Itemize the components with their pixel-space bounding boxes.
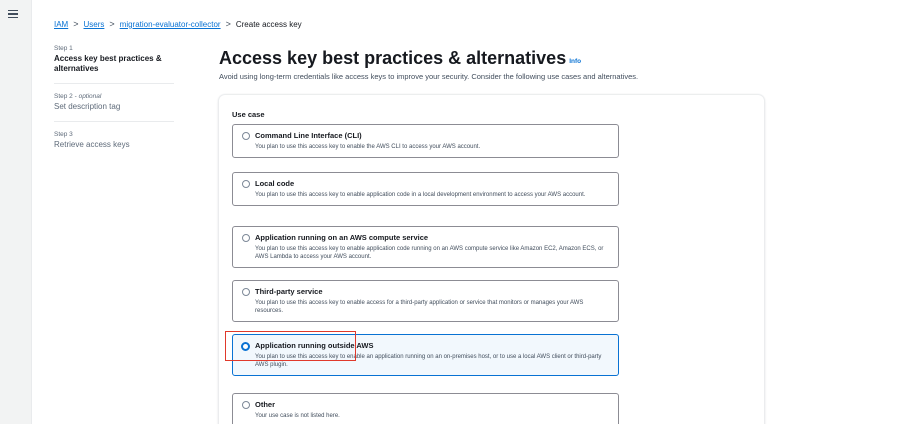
radio-button-selected[interactable] [241,341,250,351]
step-number: Step 2 - optional [54,93,102,100]
wizard-step-1: Step 1 Access key best practices & alter… [54,45,174,84]
radio-button[interactable] [242,234,250,242]
main-content: IAM > Users > migration-evaluator-collec… [31,0,916,424]
wizard-step-2[interactable]: Step 2 - optional Set description tag [54,93,174,122]
option-description: You plan to use this access key to enabl… [255,144,481,150]
breadcrumb-link-user[interactable]: migration-evaluator-collector [120,20,221,29]
use-case-option-outside-aws[interactable]: Application running outside AWS You plan… [232,334,619,376]
use-case-option-local-code[interactable]: Local code You plan to use this access k… [232,172,619,206]
page-title: Access key best practices & alternatives… [219,48,582,68]
option-description: You plan to use this access key to enabl… [255,354,602,368]
option-title: Local code [255,179,295,188]
hamburger-menu-icon[interactable] [8,10,18,18]
step-title: Retrieve access keys [54,140,130,149]
use-case-option-aws-compute[interactable]: Application running on an AWS compute se… [232,226,619,268]
radio-button[interactable] [242,132,250,140]
breadcrumb-separator: > [225,19,231,29]
radio-button[interactable] [242,401,250,409]
wizard-step-3[interactable]: Step 3 Retrieve access keys [54,131,174,159]
use-case-option-cli[interactable]: Command Line Interface (CLI) You plan to… [232,124,619,158]
info-link[interactable]: Info [569,58,581,65]
option-title: Application running outside AWS [255,341,374,350]
step-title: Access key best practices & alternatives [54,54,162,73]
radio-button[interactable] [242,288,250,296]
radio-button[interactable] [242,180,250,188]
option-title: Third-party service [255,287,323,296]
breadcrumb-separator: > [109,19,115,29]
breadcrumb-link-iam[interactable]: IAM [54,20,68,29]
step-number: Step 1 [54,45,73,52]
step-title: Set description tag [54,102,121,111]
step-number: Step 3 [54,131,73,138]
wizard-steps: Step 1 Access key best practices & alter… [54,45,174,168]
breadcrumb-current: Create access key [235,19,302,29]
use-case-container: Use case Command Line Interface (CLI) Yo… [219,95,764,424]
breadcrumb-separator: > [73,19,79,29]
option-description: You plan to use this access key to enabl… [255,246,604,260]
option-title: Other [255,400,276,409]
use-case-option-third-party[interactable]: Third-party service You plan to use this… [232,280,619,322]
breadcrumb: IAM > Users > migration-evaluator-collec… [54,19,302,29]
option-description: You plan to use this access key to enabl… [255,300,584,314]
breadcrumb-link-users[interactable]: Users [84,20,105,29]
use-case-label: Use case [232,110,265,119]
option-title: Application running on an AWS compute se… [255,233,429,242]
page-description: Avoid using long-term credentials like a… [219,72,639,81]
option-description: You plan to use this access key to enabl… [255,192,586,198]
option-title: Command Line Interface (CLI) [255,131,362,140]
use-case-option-other[interactable]: Other Your use case is not listed here. [232,393,619,424]
option-description: Your use case is not listed here. [255,413,340,419]
